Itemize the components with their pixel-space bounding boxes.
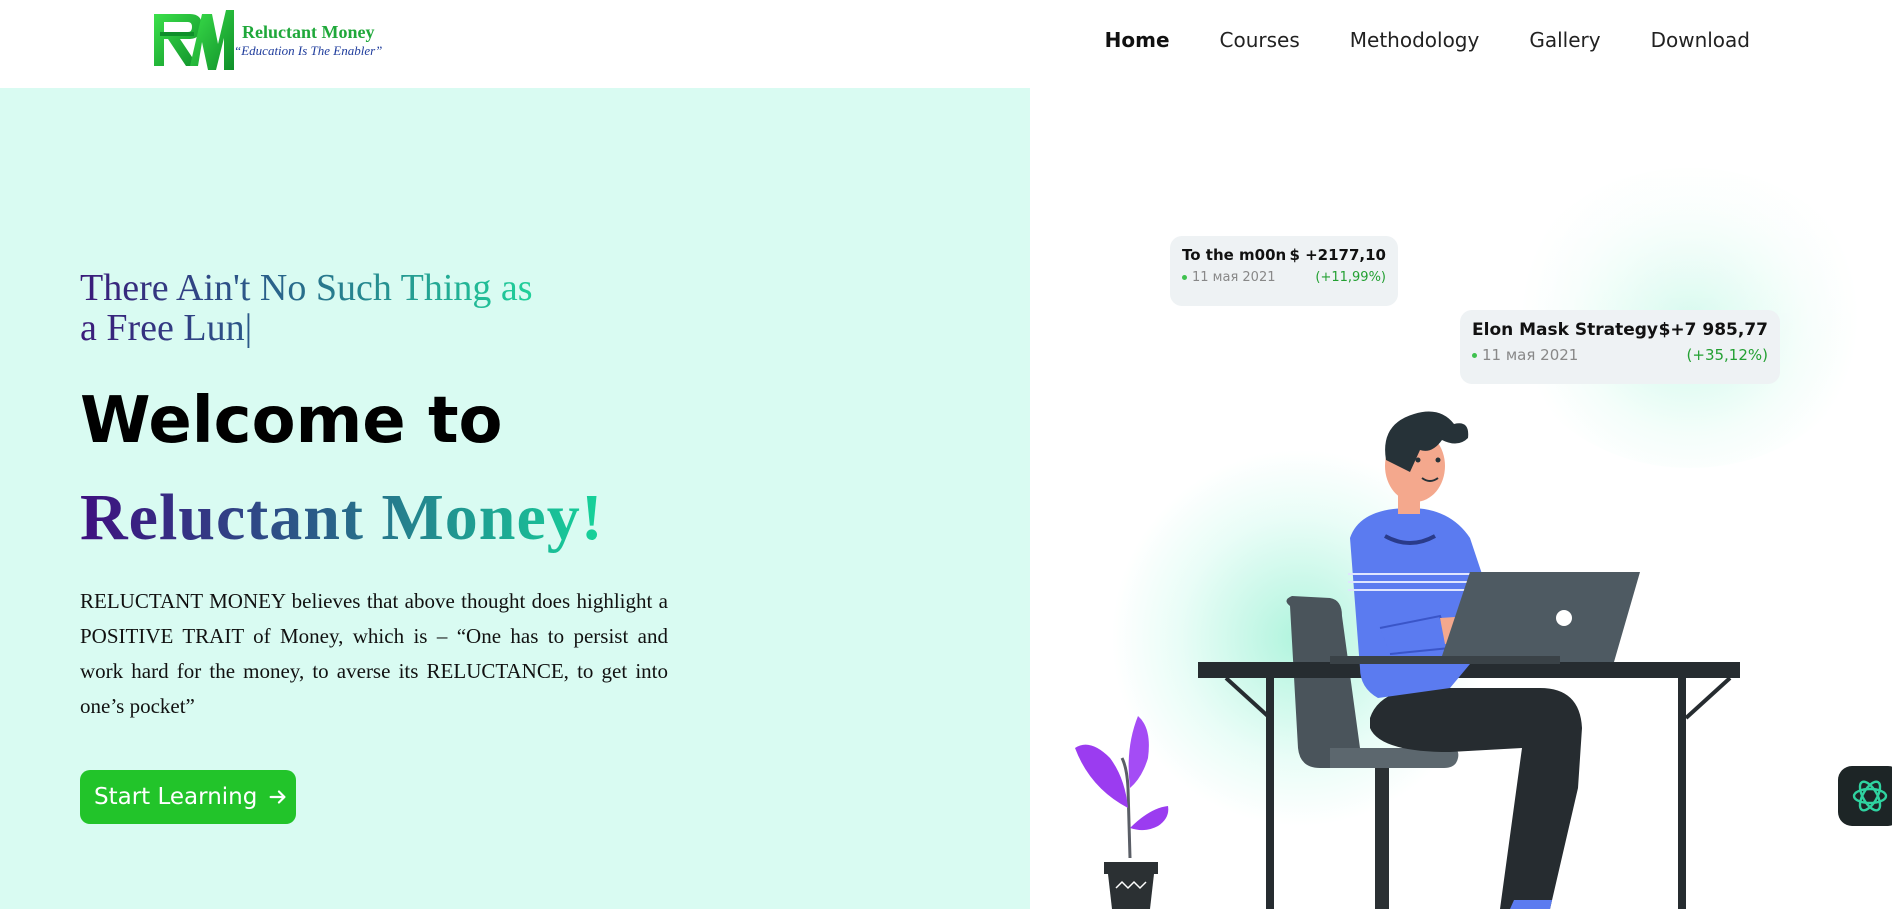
logo-tagline: “Education Is The Enabler”	[234, 43, 383, 58]
hero-description: RELUCTANT MONEY believes that above thou…	[80, 589, 668, 718]
potted-plant-icon	[1075, 716, 1169, 909]
nav-home[interactable]: Home	[1105, 28, 1170, 52]
man-at-laptop-illustration	[1075, 411, 1740, 909]
nav-methodology[interactable]: Methodology	[1350, 28, 1480, 52]
logo-rm-icon	[154, 10, 234, 70]
main-nav: Home Courses Methodology Gallery Downloa…	[1105, 28, 1750, 52]
start-learning-label: Start Learning	[94, 784, 258, 810]
hero-left-panel: There Ain't No Such Thing as a Free Lun|…	[0, 88, 1030, 909]
assistant-knot-icon	[1852, 780, 1888, 812]
person-head	[1385, 411, 1469, 514]
nav-gallery[interactable]: Gallery	[1529, 28, 1600, 52]
hero-right-panel: To the m00n $ +2177,10 11 мая 2021 (+11,…	[1030, 88, 1892, 909]
hero-brand-heading: Reluctant Money!	[80, 481, 604, 554]
arrow-right-icon	[269, 790, 286, 804]
logo-text: Reluctant Money “Education Is The Enable…	[234, 21, 382, 59]
nav-download[interactable]: Download	[1651, 28, 1750, 52]
nav-courses[interactable]: Courses	[1220, 28, 1300, 52]
logo-name: Reluctant Money	[241, 22, 375, 42]
hero-welcome-heading: Welcome to	[80, 384, 503, 458]
logo[interactable]: Reluctant Money “Education Is The Enable…	[150, 4, 400, 76]
start-learning-button[interactable]: Start Learning	[80, 770, 296, 824]
site-header: Reluctant Money “Education Is The Enable…	[0, 0, 1892, 88]
chat-assistant-button[interactable]	[1838, 766, 1892, 826]
person-legs	[1370, 688, 1582, 909]
hero-tagline: There Ain't No Such Thing as a Free Lun|	[80, 268, 540, 348]
